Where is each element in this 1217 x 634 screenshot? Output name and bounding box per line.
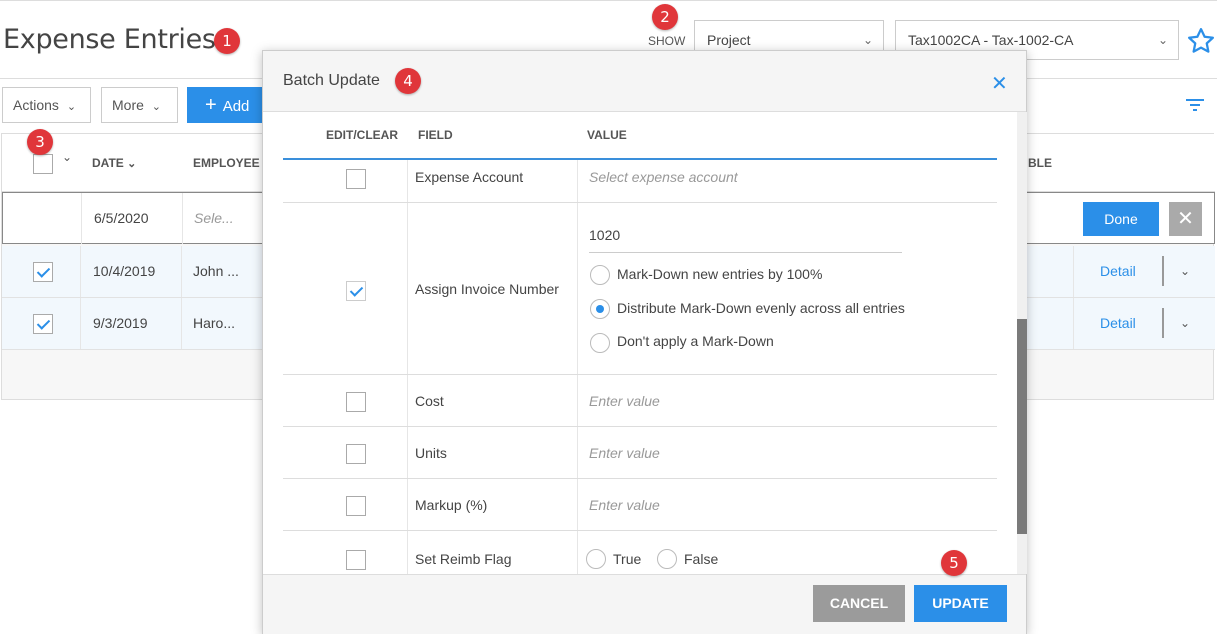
column-header-employee[interactable]: EMPLOYEE (193, 156, 260, 170)
row-date: 6/5/2020 (94, 210, 149, 226)
chevron-down-icon: ⌄ (151, 101, 162, 113)
header-value: VALUE (587, 128, 627, 142)
done-button[interactable]: Done (1083, 202, 1159, 236)
chevron-down-icon: ⌄ (66, 101, 77, 113)
close-icon[interactable]: ✕ (991, 71, 1008, 96)
dialog-title: Batch Update (283, 72, 380, 89)
cancel-edit-button[interactable]: ✕ (1169, 202, 1202, 236)
callout-badge-5: 5 (941, 550, 967, 576)
row-employee: John ... (193, 263, 239, 279)
edit-checkbox[interactable] (346, 392, 366, 412)
batch-row-reimb: Set Reimb Flag True False (283, 531, 997, 574)
batch-table-header: EDIT/CLEAR FIELD VALUE (283, 112, 997, 160)
callout-badge-4: 4 (395, 68, 421, 94)
radio-label: Mark-Down new entries by 100% (617, 266, 823, 282)
edit-checkbox[interactable] (346, 169, 366, 189)
row-employee: Haro... (193, 315, 236, 331)
edit-checkbox[interactable] (346, 550, 366, 570)
field-label: Units (415, 445, 447, 461)
header-field: FIELD (418, 128, 453, 142)
dialog-body: EDIT/CLEAR FIELD VALUE Expense Account S… (283, 112, 997, 574)
field-label: Cost (415, 393, 444, 409)
callout-badge-1: 1 (214, 28, 240, 54)
column-header-date[interactable]: DATE ⌄ (92, 156, 136, 170)
plus-icon: + (205, 94, 217, 116)
actions-button[interactable]: Actions ⌄ (2, 87, 91, 123)
chevron-down-icon[interactable]: ⌄ (62, 150, 72, 164)
top-divider (0, 0, 1217, 1)
show-type-value: Project (707, 32, 751, 48)
dialog-scrollbar-thumb[interactable] (1017, 319, 1027, 534)
filter-icon[interactable] (1186, 98, 1204, 112)
project-value: Tax1002CA - Tax-1002-CA (908, 32, 1074, 48)
markup-input[interactable]: Enter value (589, 497, 660, 513)
chevron-down-icon: ⌄ (1157, 33, 1168, 47)
batch-row-units: Units Enter value (283, 427, 997, 479)
favorite-star-icon[interactable] (1186, 26, 1216, 56)
chevron-down-icon: ⌄ (127, 158, 137, 170)
add-button[interactable]: + Add (187, 87, 267, 123)
more-button[interactable]: More ⌄ (101, 87, 178, 123)
radio-label: Don't apply a Mark-Down (617, 333, 774, 349)
radio-label: Distribute Mark-Down evenly across all e… (617, 300, 905, 316)
batch-update-dialog: Batch Update ✕ EDIT/CLEAR FIELD VALUE Ex… (262, 50, 1027, 634)
row-date: 10/4/2019 (93, 263, 156, 279)
row-date: 9/3/2019 (93, 315, 148, 331)
field-label: Expense Account (415, 169, 524, 185)
add-label: Add (222, 98, 250, 115)
reimb-true-radio[interactable] (586, 549, 606, 569)
dialog-footer: CANCEL UPDATE (263, 574, 1026, 634)
field-label: Assign Invoice Number (415, 281, 559, 297)
row-checkbox[interactable] (33, 262, 53, 282)
cost-input[interactable]: Enter value (589, 393, 660, 409)
batch-row-assign-invoice: Assign Invoice Number 1020 Mark-Down new… (283, 203, 997, 375)
edit-checkbox[interactable] (346, 496, 366, 516)
reimb-false-radio[interactable] (657, 549, 677, 569)
units-input[interactable]: Enter value (589, 445, 660, 461)
chevron-down-icon[interactable]: ⌄ (1180, 298, 1190, 349)
update-button[interactable]: UPDATE (914, 585, 1007, 622)
column-header-billable[interactable]: BLE (1028, 156, 1052, 170)
detail-link[interactable]: Detail (1100, 246, 1136, 297)
radio-label: False (684, 551, 719, 567)
callout-badge-2: 2 (652, 4, 678, 30)
markdown-distribute-radio[interactable] (590, 299, 610, 319)
page-title: Expense Entries (3, 24, 216, 55)
expense-account-select[interactable]: Select expense account (589, 169, 738, 185)
header-edit-clear: EDIT/CLEAR (326, 128, 398, 142)
invoice-number-input[interactable]: 1020 (589, 227, 902, 253)
chevron-down-icon[interactable]: ⌄ (1180, 246, 1190, 297)
cancel-button[interactable]: CANCEL (813, 585, 905, 622)
employee-select[interactable]: Sele... (194, 193, 234, 244)
batch-row-cost: Cost Enter value (283, 375, 997, 427)
radio-label: True (613, 551, 642, 567)
edit-checkbox[interactable] (346, 281, 366, 301)
markdown-none-radio[interactable] (590, 333, 610, 353)
row-checkbox[interactable] (33, 314, 53, 334)
actions-label: Actions (13, 97, 59, 113)
callout-badge-3: 3 (27, 129, 53, 155)
detail-link[interactable]: Detail (1100, 298, 1136, 349)
batch-row-markup: Markup (%) Enter value (283, 479, 997, 531)
batch-row-expense-account: Expense Account Select expense account (283, 160, 997, 203)
dialog-header: Batch Update ✕ (263, 51, 1026, 112)
field-label: Markup (%) (415, 497, 488, 513)
select-all-checkbox[interactable] (33, 154, 53, 174)
edit-checkbox[interactable] (346, 444, 366, 464)
markdown-100-radio[interactable] (590, 265, 610, 285)
field-label: Set Reimb Flag (415, 551, 512, 567)
more-label: More (112, 97, 144, 113)
close-icon: ✕ (1177, 208, 1194, 230)
show-label: SHOW (648, 34, 686, 48)
